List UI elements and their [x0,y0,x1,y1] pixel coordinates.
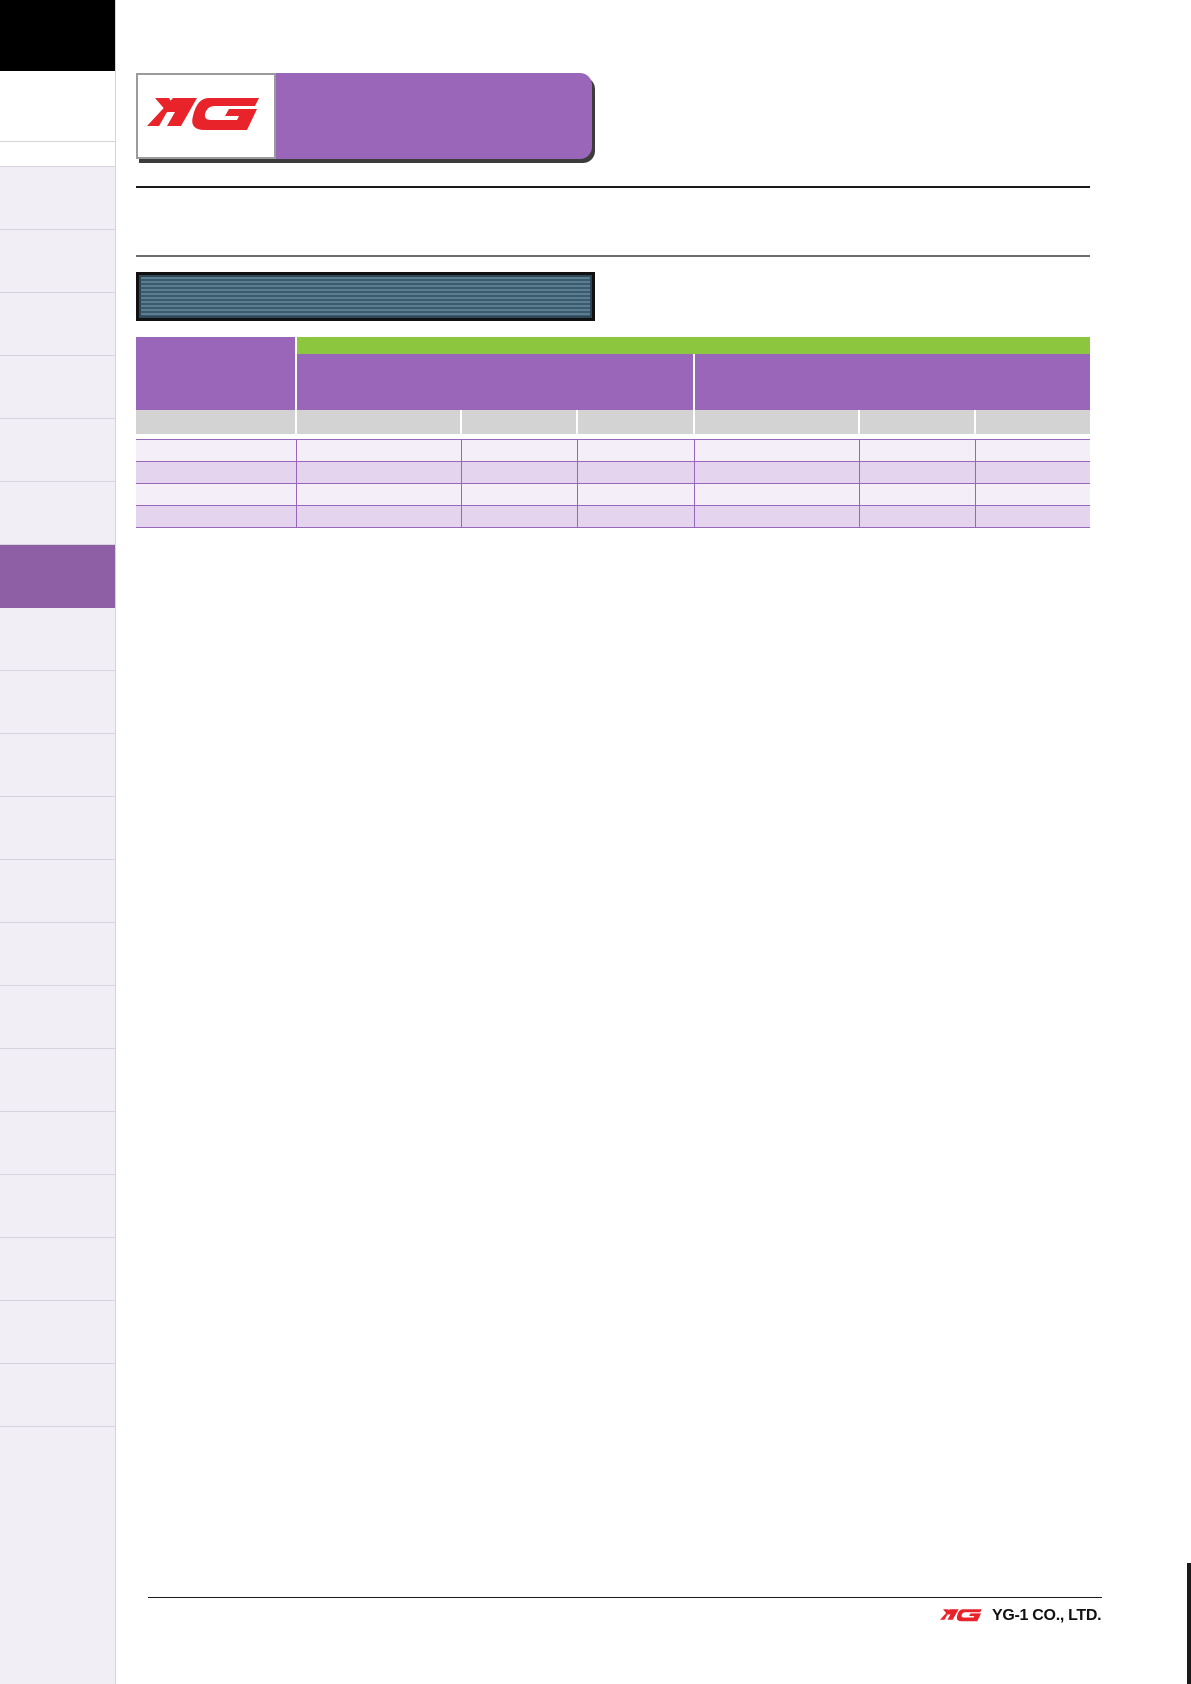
sidebar-tab-2[interactable] [0,230,115,293]
table-cell [694,483,860,506]
table-header-group-left [296,354,695,410]
sidebar-tab-10[interactable] [0,734,115,797]
table-cell [577,439,695,462]
subheader-rule [136,255,1090,257]
footer-brand: YG-1 CO., LTD. [940,1604,1102,1628]
table-subheader-cell [975,410,1091,434]
sidebar-tab-4[interactable] [0,356,115,419]
sidebar-tab-15[interactable] [0,1049,115,1112]
yg-logo-icon [147,98,259,130]
table-cell [136,505,297,528]
table-subheader-cell [859,410,976,434]
table-cell [136,439,297,462]
sidebar-divider [0,142,115,167]
table-cell [461,461,578,484]
table-cell [461,439,578,462]
table-cell [136,461,297,484]
table-row [136,483,1091,506]
table-cell [296,461,462,484]
page-edge-mark [1187,1563,1191,1684]
table-cell [975,439,1091,462]
table-cell [136,483,297,506]
table-cell [461,483,578,506]
sidebar-tab-19[interactable] [0,1301,115,1364]
table-cell [859,483,976,506]
table-cell [296,439,462,462]
table-cell [975,505,1091,528]
sidebar-tab-20[interactable] [0,1364,115,1427]
table-cell [577,505,695,528]
header-rule [136,186,1090,188]
sidebar-tab-13[interactable] [0,923,115,986]
sidebar-tab-16[interactable] [0,1112,115,1175]
table-cell [859,461,976,484]
company-name: YG-1 CO., LTD. [992,1607,1102,1624]
table-cell [577,483,695,506]
table-cell [694,505,860,528]
sidebar-header-block [0,0,115,71]
table-row [136,505,1091,528]
table-cell [975,461,1091,484]
table-header-group-right [694,354,1091,410]
table-header-green-band [296,337,1091,354]
footer-rule [148,1597,1102,1598]
section-title-bar [136,272,595,321]
sidebar-tab-18[interactable] [0,1238,115,1301]
table-cell [975,483,1091,506]
table-cell [461,505,578,528]
table-subheader-cell [136,410,297,434]
sidebar-tab-17[interactable] [0,1175,115,1238]
spec-table [136,337,1091,528]
header-badge [136,73,592,159]
table-cell [694,461,860,484]
sidebar [0,0,116,1684]
sidebar-tab-5[interactable] [0,419,115,482]
table-row [136,439,1091,462]
sidebar-tab-7-active[interactable] [0,545,115,608]
sidebar-tab-8[interactable] [0,608,115,671]
table-subheader-cell [577,410,695,434]
table-cell [859,505,976,528]
sidebar-blank-area [0,71,115,142]
sidebar-tab-14[interactable] [0,986,115,1049]
sidebar-tab-11[interactable] [0,797,115,860]
sidebar-tab-1[interactable] [0,167,115,230]
table-subheader-cell [461,410,578,434]
sidebar-tab-6[interactable] [0,482,115,545]
sidebar-tab-3[interactable] [0,293,115,356]
table-subheader-cell [694,410,860,434]
table-cell [577,461,695,484]
yg-footer-logo-icon [940,1609,982,1622]
logo-box [136,73,276,159]
table-cell [694,439,860,462]
table-cell [296,505,462,528]
table-cell [859,439,976,462]
table-row [136,461,1091,484]
table-cell [296,483,462,506]
table-header-corner [136,337,297,410]
sidebar-tab-12[interactable] [0,860,115,923]
sidebar-tab-9[interactable] [0,671,115,734]
table-subheader-cell [296,410,462,434]
